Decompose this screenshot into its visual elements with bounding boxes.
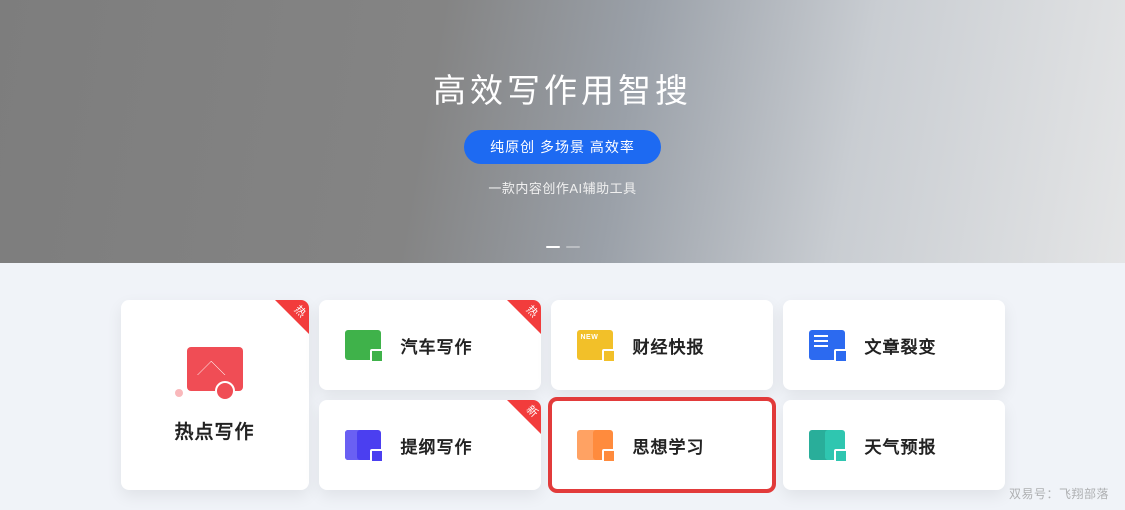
hero-title: 高效写作用智搜: [433, 64, 692, 112]
card-thought-study[interactable]: 思想学习: [551, 400, 773, 490]
carousel-dots[interactable]: [546, 246, 580, 249]
hero-pill: 纯原创 多场景 高效率: [464, 130, 661, 164]
card-label: 财经快报: [633, 333, 705, 358]
card-label: 文章裂变: [865, 333, 937, 358]
card-label: 提纲写作: [401, 433, 473, 458]
document-icon: [345, 330, 381, 360]
card-car-writing[interactable]: 热 汽车写作: [319, 300, 541, 390]
card-label: 思想学习: [633, 433, 705, 458]
featured-label: 热点写作: [174, 417, 254, 444]
card-label: 汽车写作: [401, 333, 473, 358]
book-icon: [577, 430, 613, 460]
carousel-dot-2[interactable]: [566, 246, 580, 249]
card-outline-writing[interactable]: 新 提纲写作: [319, 400, 541, 490]
list-icon: [809, 330, 845, 360]
weather-icon: [809, 430, 845, 460]
watermark: 双易号：飞翔部落: [1009, 485, 1109, 502]
card-article-split[interactable]: 文章裂变: [783, 300, 1005, 390]
carousel-dot-1[interactable]: [546, 246, 560, 249]
hero-subtitle: 一款内容创作AI辅助工具: [488, 178, 636, 197]
card-grid: 热 汽车写作 财经快报 文章裂变 新 提纲写作 思想学习 天气预报: [319, 300, 1005, 490]
new-badge-icon: [577, 330, 613, 360]
card-label: 天气预报: [865, 433, 937, 458]
hero-banner: 高效写作用智搜 纯原创 多场景 高效率 一款内容创作AI辅助工具: [0, 0, 1125, 263]
featured-card-hot-writing[interactable]: 热 热点写作: [121, 300, 309, 490]
layout-icon: [345, 430, 381, 460]
card-area: 热 热点写作 热 汽车写作 财经快报 文章裂变 新 提纲写作 思想学习: [0, 300, 1125, 490]
card-weather-forecast[interactable]: 天气预报: [783, 400, 1005, 490]
card-finance-news[interactable]: 财经快报: [551, 300, 773, 390]
chart-icon: [187, 347, 243, 391]
